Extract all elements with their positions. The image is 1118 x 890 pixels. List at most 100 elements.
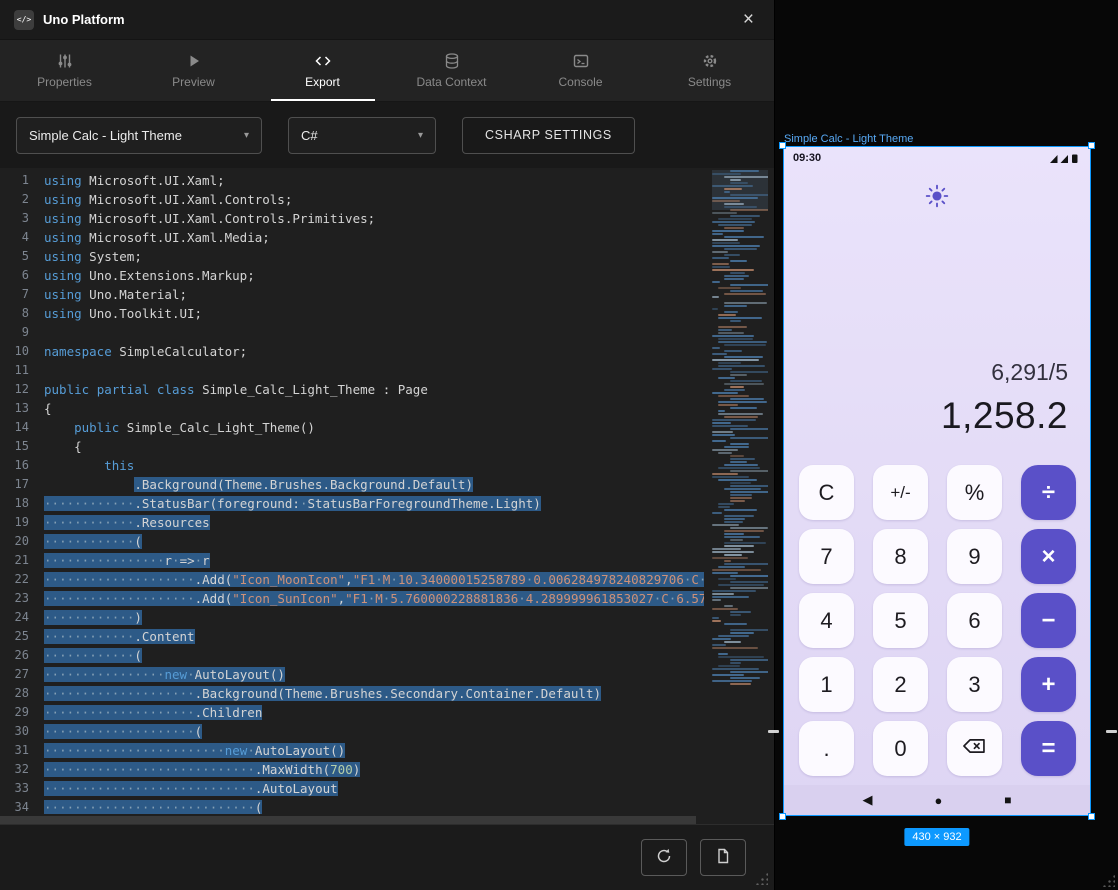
horizontal-scrollbar-thumb[interactable] (0, 816, 696, 824)
code-editor[interactable]: 1using Microsoft.UI.Xaml;2using Microsof… (0, 168, 774, 824)
calc-key-multiply[interactable]: × (1021, 529, 1076, 584)
component-dropdown[interactable]: Simple Calc - Light Theme ▾ (16, 117, 262, 154)
minimap-line (718, 653, 728, 655)
selection-handle[interactable] (779, 142, 786, 149)
selection-handle[interactable] (779, 813, 786, 820)
design-canvas[interactable]: Simple Calc - Light Theme 09:30 (775, 0, 1118, 890)
recents-button[interactable]: ■ (1004, 793, 1011, 807)
minimap-line (712, 296, 719, 298)
calc-key-equals[interactable]: = (1021, 721, 1076, 776)
minimap-line (730, 179, 741, 181)
close-button[interactable]: × (737, 8, 760, 31)
line-number: 21 (0, 551, 44, 570)
calc-key-7[interactable]: 7 (799, 529, 854, 584)
line-number: 17 (0, 475, 44, 494)
minimap-line (712, 548, 741, 550)
calc-key-6[interactable]: 6 (947, 593, 1002, 648)
tab-label: Preview (172, 75, 215, 89)
tab-data-context[interactable]: Data Context (387, 40, 516, 101)
calc-key-9[interactable]: 9 (947, 529, 1002, 584)
language-dropdown-value: C# (301, 128, 318, 143)
minimap-line (712, 569, 761, 571)
code-line: 1using Microsoft.UI.Xaml; (0, 171, 704, 190)
calc-key-minus[interactable]: − (1021, 593, 1076, 648)
calc-key-plus-minus[interactable]: +/- (873, 465, 928, 520)
line-number: 25 (0, 627, 44, 646)
line-content: ············( (44, 532, 704, 551)
calc-key-5[interactable]: 5 (873, 593, 928, 648)
pane-resize-handle[interactable] (768, 730, 779, 733)
code-line: 9 (0, 323, 704, 342)
minimap[interactable] (712, 170, 768, 808)
minimap-line (712, 419, 756, 421)
calc-key-divide[interactable]: ÷ (1021, 465, 1076, 520)
minimap-line (724, 389, 745, 391)
frame-label[interactable]: Simple Calc - Light Theme (784, 133, 913, 145)
minimap-line (718, 218, 752, 220)
minimap-line (724, 521, 743, 523)
calc-key-8[interactable]: 8 (873, 529, 928, 584)
minimap-line (712, 245, 760, 247)
calc-key-3[interactable]: 3 (947, 657, 1002, 712)
home-button[interactable]: ● (934, 793, 942, 808)
refresh-button[interactable] (641, 839, 687, 876)
calculator-keypad: C +/-% ÷ 789 × 456− 123 +. 0 = (799, 465, 1076, 776)
line-number: 16 (0, 456, 44, 475)
csharp-settings-button[interactable]: CSHARP SETTINGS (462, 117, 635, 154)
minimap-line (730, 458, 755, 460)
tab-preview[interactable]: Preview (129, 40, 258, 101)
tab-properties[interactable]: Properties (0, 40, 129, 101)
calc-key-4[interactable]: 4 (799, 593, 854, 648)
minimap-line (712, 449, 738, 451)
export-file-button[interactable] (700, 839, 746, 876)
calc-key-backspace[interactable] (947, 721, 1002, 776)
minimap-line (724, 254, 740, 256)
minimap-line (712, 572, 738, 574)
minimap-line (718, 665, 740, 667)
minimap-line (730, 182, 748, 184)
minimap-line (730, 170, 759, 172)
minimap-line (724, 416, 758, 418)
calc-key-percent[interactable]: % (947, 465, 1002, 520)
calc-key-2[interactable]: 2 (873, 657, 928, 712)
minimap-line (730, 272, 745, 274)
selection-handle[interactable] (1088, 813, 1095, 820)
minimap-line (718, 395, 749, 397)
minimap-line (724, 560, 731, 562)
calc-key-plus[interactable]: + (1021, 657, 1076, 712)
calc-key-0[interactable]: 0 (873, 721, 928, 776)
tab-console[interactable]: Console (516, 40, 645, 101)
minimap-line (712, 431, 733, 433)
window-resize-grip[interactable] (1102, 874, 1115, 887)
code-line: 26············( (0, 646, 704, 665)
minimap-line (712, 347, 720, 349)
code-line: 17 .Background(Theme.Brushes.Background.… (0, 475, 704, 494)
minimap-line (712, 353, 727, 355)
language-dropdown[interactable]: C# ▾ (288, 117, 436, 154)
tab-export[interactable]: Export (258, 40, 387, 101)
calc-key-clear[interactable]: C (799, 465, 854, 520)
back-button[interactable]: ◀ (862, 792, 872, 808)
minimap-line (712, 257, 729, 259)
code-line: 3using Microsoft.UI.Xaml.Controls.Primit… (0, 209, 704, 228)
panel-resize-grip[interactable] (755, 872, 768, 885)
calc-key-1[interactable]: 1 (799, 657, 854, 712)
minimap-line (730, 194, 768, 196)
calc-key-decimal[interactable]: . (799, 721, 854, 776)
minimap-line (712, 644, 726, 646)
canvas-scroll-indicator[interactable] (1106, 730, 1117, 733)
code-line: 7using Uno.Material; (0, 285, 704, 304)
phone-frame[interactable]: 09:30 6,291/5 1,258.2 (783, 146, 1091, 816)
minimap-line (712, 473, 738, 475)
line-number: 30 (0, 722, 44, 741)
theme-toggle[interactable] (784, 183, 1090, 209)
frame-size-badge: 430 × 932 (904, 828, 969, 846)
horizontal-scrollbar[interactable] (0, 816, 696, 824)
line-content: public Simple_Calc_Light_Theme() (44, 418, 704, 437)
tab-settings[interactable]: Settings (645, 40, 774, 101)
tab-label: Console (558, 75, 602, 89)
selection-handle[interactable] (1088, 142, 1095, 149)
line-content: using Uno.Toolkit.UI; (44, 304, 704, 323)
code-lines: 1using Microsoft.UI.Xaml;2using Microsof… (0, 171, 704, 814)
minimap-line (712, 434, 735, 436)
